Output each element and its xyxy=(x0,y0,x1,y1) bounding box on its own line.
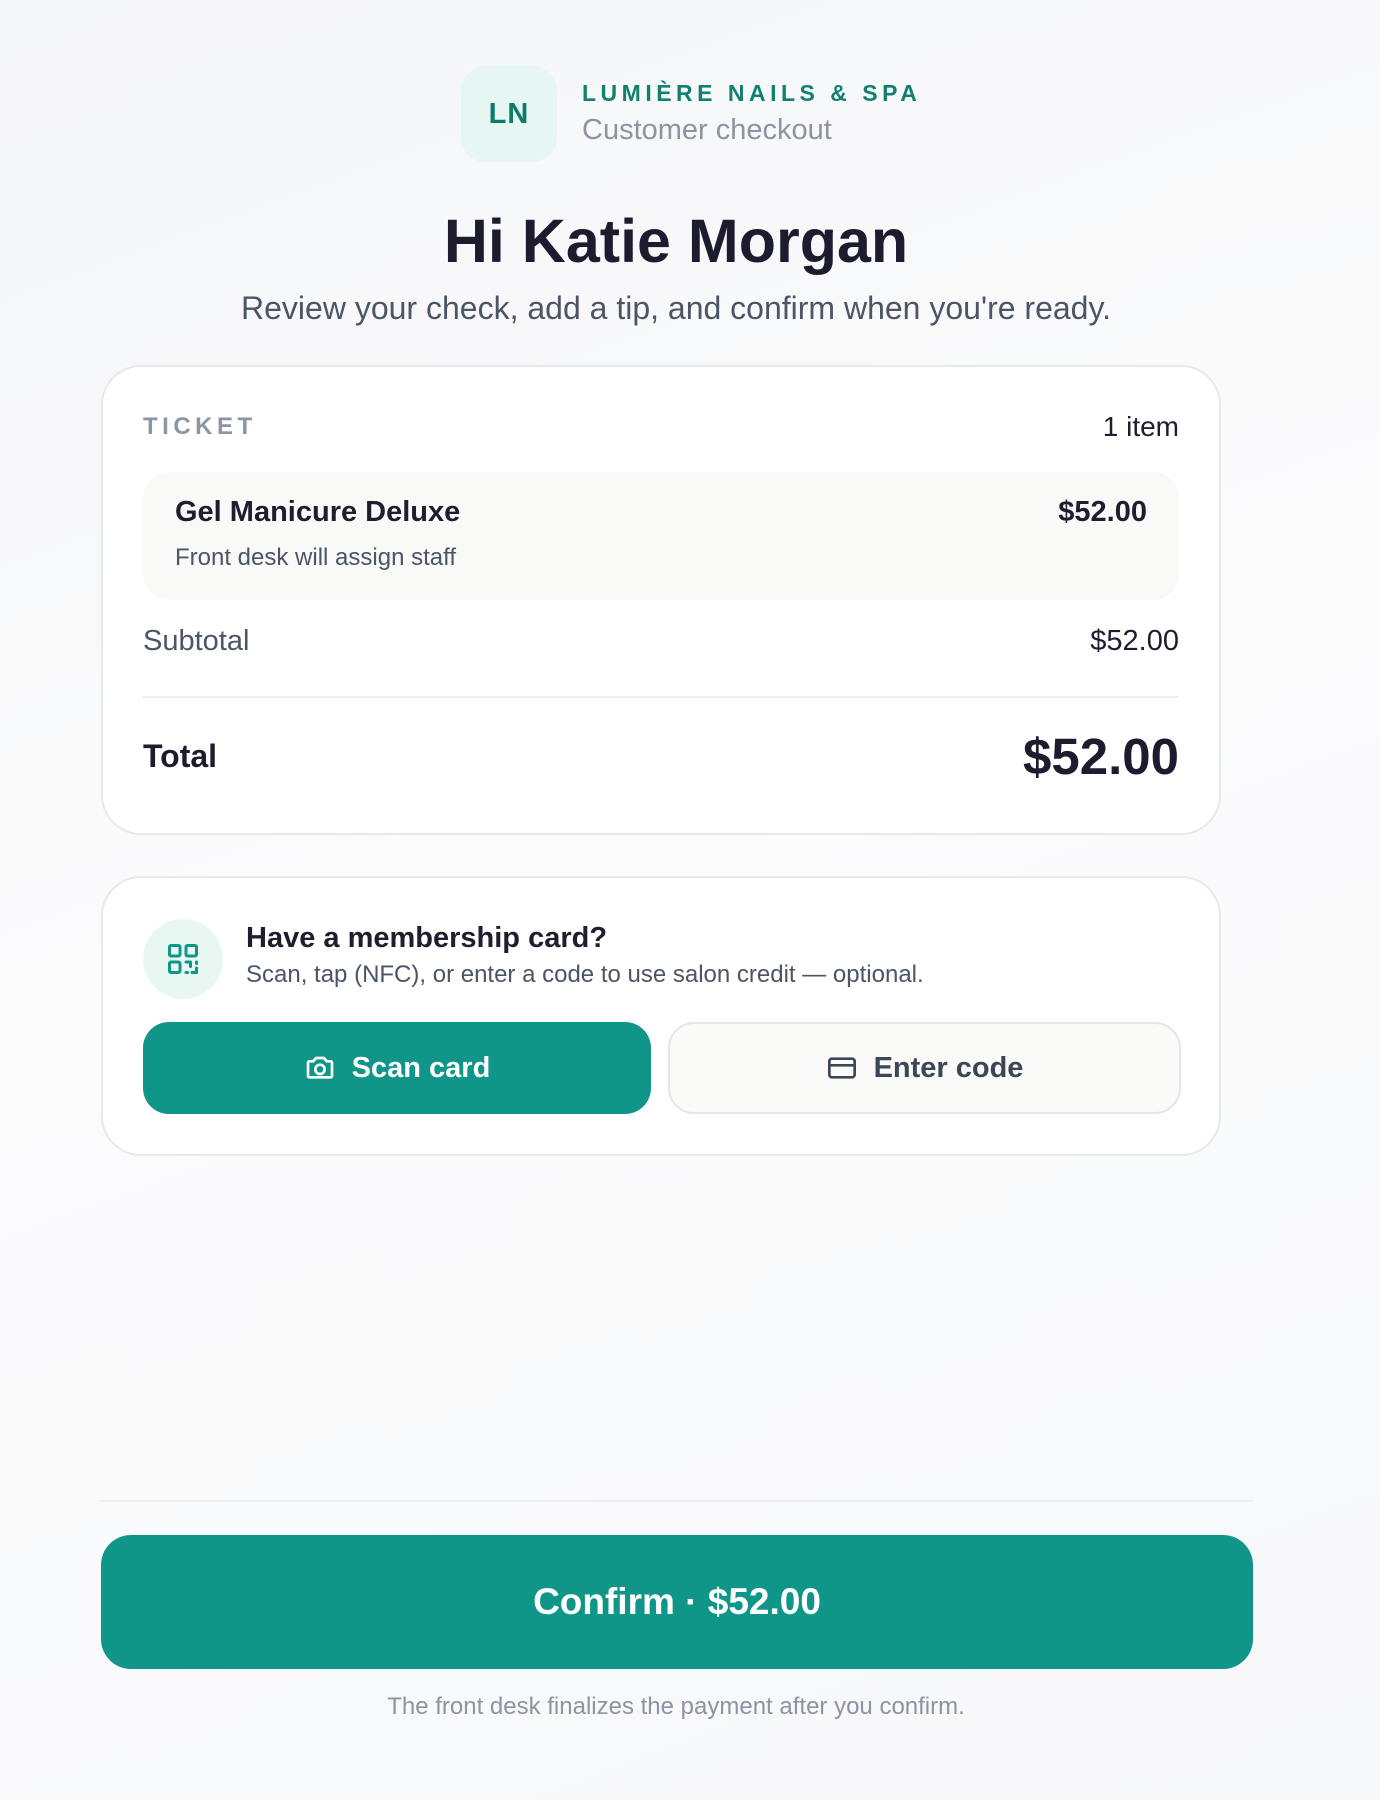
greeting-subtitle: Review your check, add a tip, and confir… xyxy=(241,290,1111,326)
subtotal-label: Subtotal xyxy=(143,625,250,657)
membership-card: Have a membership card? Scan, tap (NFC),… xyxy=(101,876,1221,1156)
service-price: $52.00 xyxy=(1058,496,1147,528)
qr-code-icon xyxy=(143,919,223,999)
credit-card-icon xyxy=(826,1052,858,1084)
service-name: Gel Manicure Deluxe xyxy=(175,496,461,528)
footer-divider xyxy=(101,1500,1253,1502)
scan-card-button[interactable]: Scan card xyxy=(143,1022,651,1114)
footnote: The front desk finalizes the payment aft… xyxy=(387,1693,965,1720)
ticket-header: TICKET 1 item xyxy=(143,411,1179,443)
membership-title: Have a membership card? xyxy=(246,922,608,954)
ticket-label: TICKET xyxy=(143,413,257,440)
brand-text: LUMIÈRE NAILS & SPA Customer checkout xyxy=(582,78,921,150)
brand-name: LUMIÈRE NAILS & SPA xyxy=(582,80,922,106)
total-label: Total xyxy=(143,738,218,774)
divider xyxy=(143,696,1179,698)
scan-card-label: Scan card xyxy=(351,1051,491,1084)
total-row: Total $52.00 xyxy=(143,727,1179,786)
greeting-title: Hi Katie Morgan xyxy=(443,207,909,275)
brand-logo: LN xyxy=(461,66,557,162)
enter-code-button[interactable]: Enter code xyxy=(668,1022,1181,1114)
ticket-line-item: Gel Manicure Deluxe Front desk will assi… xyxy=(143,472,1179,600)
ticket-card: TICKET 1 item Gel Manicure Deluxe Front … xyxy=(101,365,1221,835)
ticket-item-count: 1 item xyxy=(1102,411,1179,442)
service-staff-note: Front desk will assign staff xyxy=(175,544,457,571)
brand-subtitle: Customer checkout xyxy=(582,114,832,146)
checkout-page: LN LUMIÈRE NAILS & SPA Customer checkout… xyxy=(0,0,1380,1800)
subtotal-value: $52.00 xyxy=(1090,625,1179,657)
membership-description: Scan, tap (NFC), or enter a code to use … xyxy=(246,961,924,988)
brand-header: LN LUMIÈRE NAILS & SPA Customer checkout xyxy=(461,66,921,162)
confirm-button[interactable]: Confirm · $52.00 xyxy=(101,1535,1253,1669)
total-value: $52.00 xyxy=(1023,728,1179,785)
enter-code-label: Enter code xyxy=(873,1051,1024,1084)
subtotal-row: Subtotal $52.00 xyxy=(143,625,1179,658)
camera-icon xyxy=(304,1052,336,1084)
confirm-label: Confirm · $52.00 xyxy=(533,1581,821,1622)
